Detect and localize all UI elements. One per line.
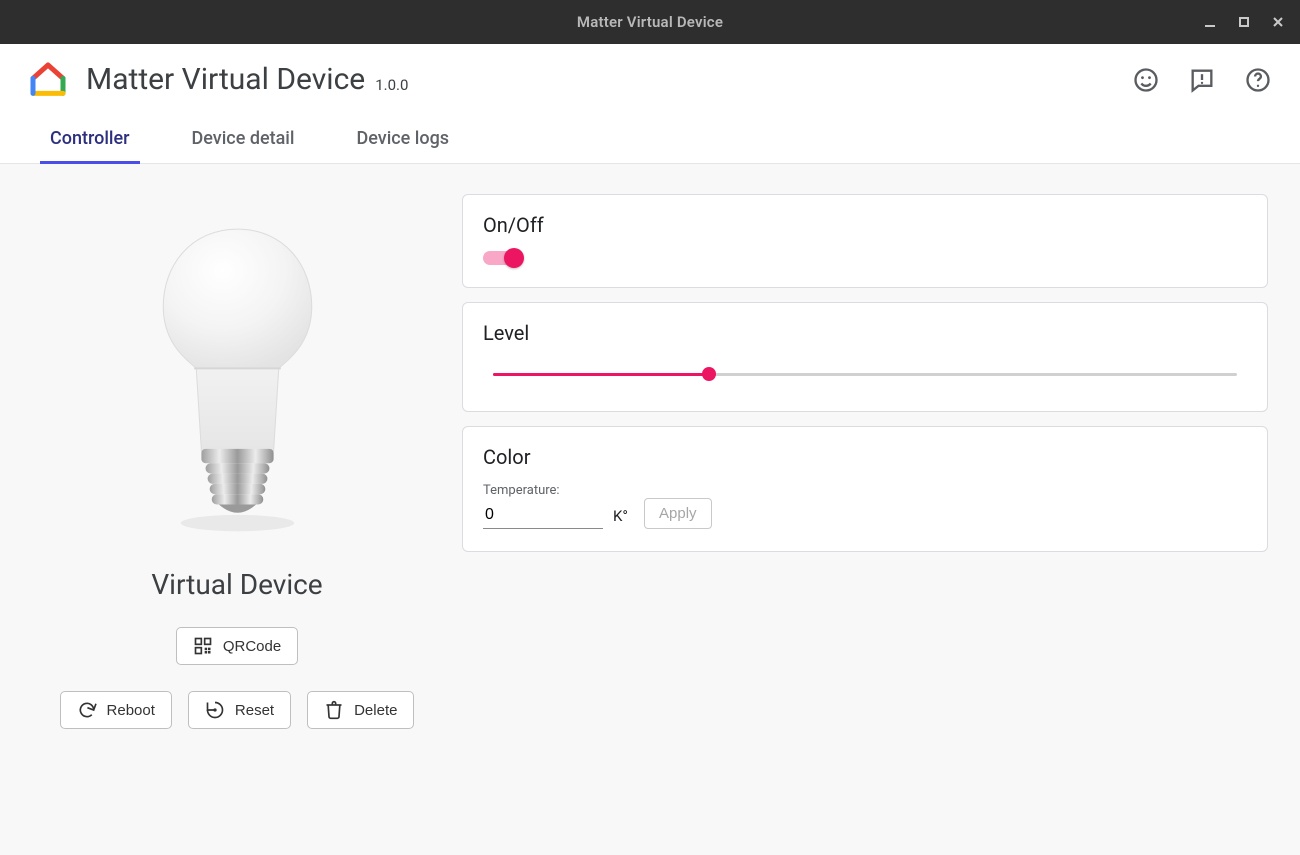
tab-device-detail[interactable]: Device detail <box>182 128 305 164</box>
device-column: Virtual Device QRCode Reboot <box>32 194 442 729</box>
reboot-icon <box>77 700 97 720</box>
tab-bar: Controller Device detail Device logs <box>0 116 1300 164</box>
delete-button-label: Delete <box>354 703 397 718</box>
level-title: Level <box>483 321 1247 345</box>
header-icons <box>1132 66 1272 94</box>
device-name: Virtual Device <box>151 568 322 601</box>
onoff-toggle-knob <box>504 248 524 268</box>
apply-button-label: Apply <box>659 505 697 522</box>
message-alert-icon[interactable] <box>1188 66 1216 94</box>
app-window: Matter Virtual Device Matter Virtual D <box>0 0 1300 855</box>
level-slider-knob[interactable] <box>702 367 716 381</box>
window-titlebar: Matter Virtual Device <box>0 0 1300 44</box>
apply-button[interactable]: Apply <box>644 498 712 529</box>
tab-device-logs[interactable]: Device logs <box>346 128 459 164</box>
temperature-input[interactable] <box>483 502 603 529</box>
onoff-toggle[interactable] <box>483 251 521 265</box>
qrcode-button[interactable]: QRCode <box>176 627 298 665</box>
tab-controller[interactable]: Controller <box>40 128 140 164</box>
reset-button[interactable]: Reset <box>188 691 291 729</box>
qrcode-button-label: QRCode <box>223 639 281 654</box>
temperature-label: Temperature: <box>483 483 603 498</box>
smiley-icon[interactable] <box>1132 66 1160 94</box>
reset-icon <box>205 700 225 720</box>
app-header: Matter Virtual Device 1.0.0 <box>0 44 1300 116</box>
qrcode-icon <box>193 636 213 656</box>
color-card: Color Temperature: K° Apply <box>462 426 1268 552</box>
device-buttons-row-1: QRCode <box>32 627 442 665</box>
window-maximize-button[interactable] <box>1230 8 1258 36</box>
color-title: Color <box>483 445 1247 469</box>
trash-icon <box>324 700 344 720</box>
onoff-title: On/Off <box>483 213 1247 237</box>
app-version: 1.0.0 <box>375 76 408 94</box>
device-image <box>32 194 442 564</box>
reboot-button-label: Reboot <box>107 703 155 718</box>
device-buttons-row-2: Reboot Reset Delete <box>32 691 442 729</box>
delete-button[interactable]: Delete <box>307 691 414 729</box>
level-card: Level <box>462 302 1268 412</box>
level-slider[interactable] <box>493 359 1237 389</box>
window-controls <box>1196 0 1292 44</box>
reset-button-label: Reset <box>235 703 274 718</box>
help-icon[interactable] <box>1244 66 1272 94</box>
google-home-logo-icon <box>28 60 68 100</box>
window-minimize-button[interactable] <box>1196 8 1224 36</box>
content-area: Virtual Device QRCode Reboot <box>0 164 1300 855</box>
window-title: Matter Virtual Device <box>577 13 723 31</box>
window-close-button[interactable] <box>1264 8 1292 36</box>
level-track <box>493 373 1237 376</box>
lightbulb-icon <box>155 224 320 533</box>
controls-column: On/Off Level Color <box>462 194 1268 552</box>
app-title: Matter Virtual Device <box>86 62 365 97</box>
level-track-fill <box>493 373 709 376</box>
temperature-unit: K° <box>613 507 628 525</box>
onoff-card: On/Off <box>462 194 1268 288</box>
reboot-button[interactable]: Reboot <box>60 691 172 729</box>
